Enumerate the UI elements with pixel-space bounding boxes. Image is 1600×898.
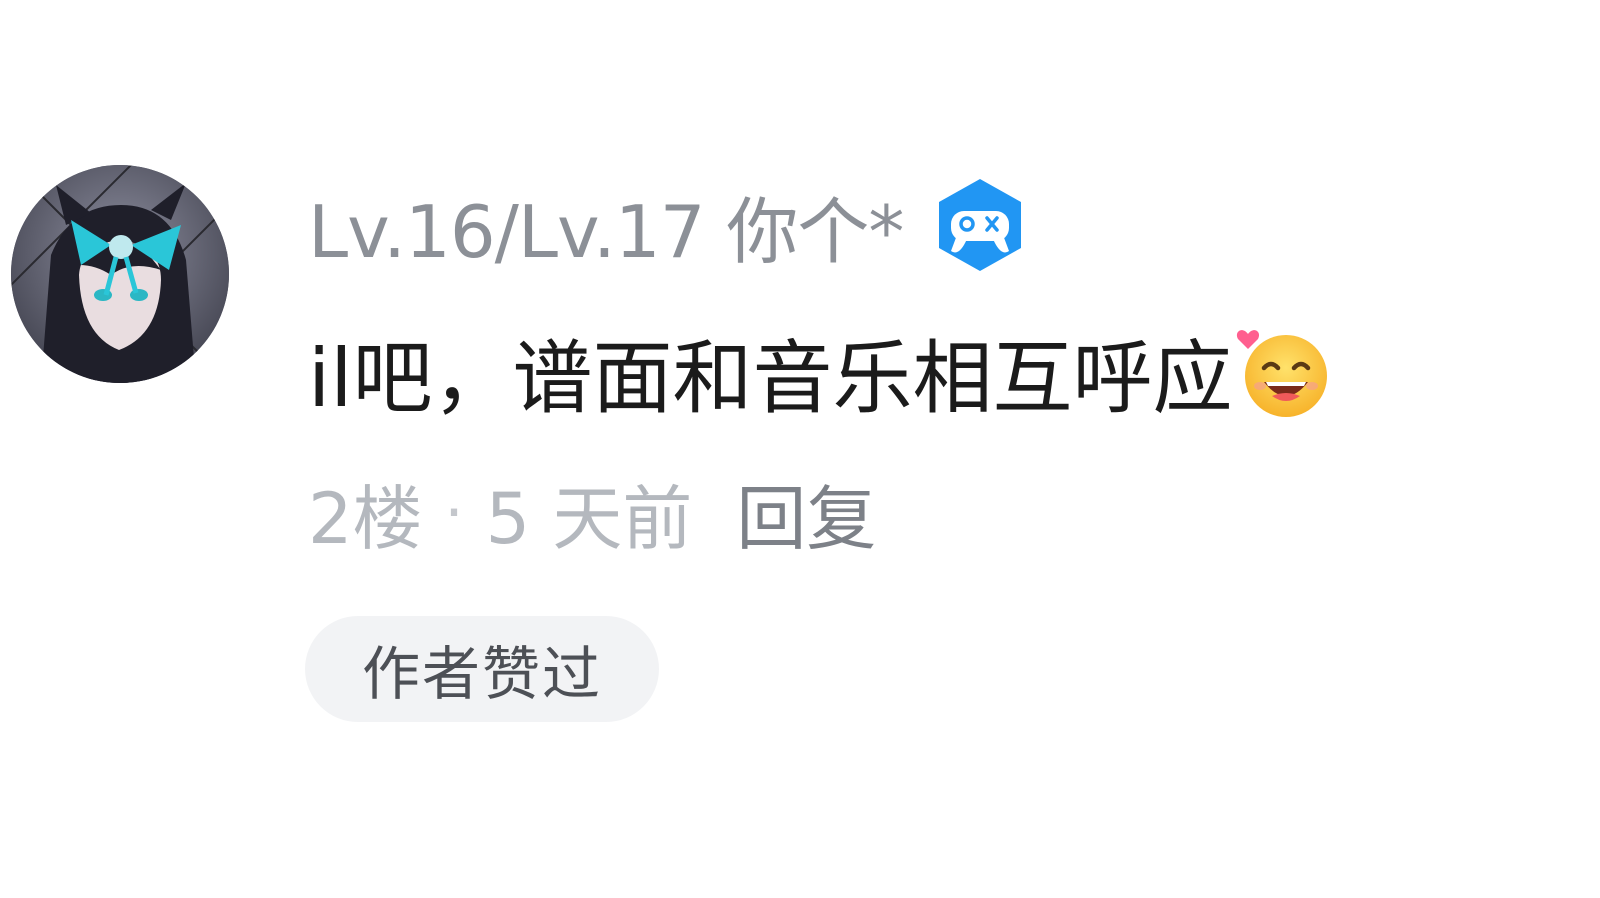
user-avatar[interactable] xyxy=(11,165,229,383)
meta-separator: · xyxy=(444,478,464,548)
comment-item: Lv.16/Lv.17 你个* il吧，谱面和音乐相互呼应 2楼 · 5 天前 … xyxy=(0,0,1600,898)
floor-number: 2楼 xyxy=(308,477,423,560)
comment-text-row: il吧，谱面和音乐相互呼应 xyxy=(308,322,1330,425)
username[interactable]: Lv.16/Lv.17 你个* xyxy=(308,173,904,278)
reply-button[interactable]: 回复 xyxy=(736,463,876,564)
comment-meta-row: 2楼 · 5 天前 回复 xyxy=(308,468,876,560)
author-liked-tag: 作者赞过 xyxy=(305,616,659,722)
gamepad-badge-icon xyxy=(935,177,1025,273)
smiling-face-with-heart-emoji-icon xyxy=(1234,324,1330,420)
comment-text: il吧，谱面和音乐相互呼应 xyxy=(308,332,1233,425)
username-row: Lv.16/Lv.17 你个* xyxy=(308,177,1025,274)
post-time: 5 天前 xyxy=(485,477,693,560)
